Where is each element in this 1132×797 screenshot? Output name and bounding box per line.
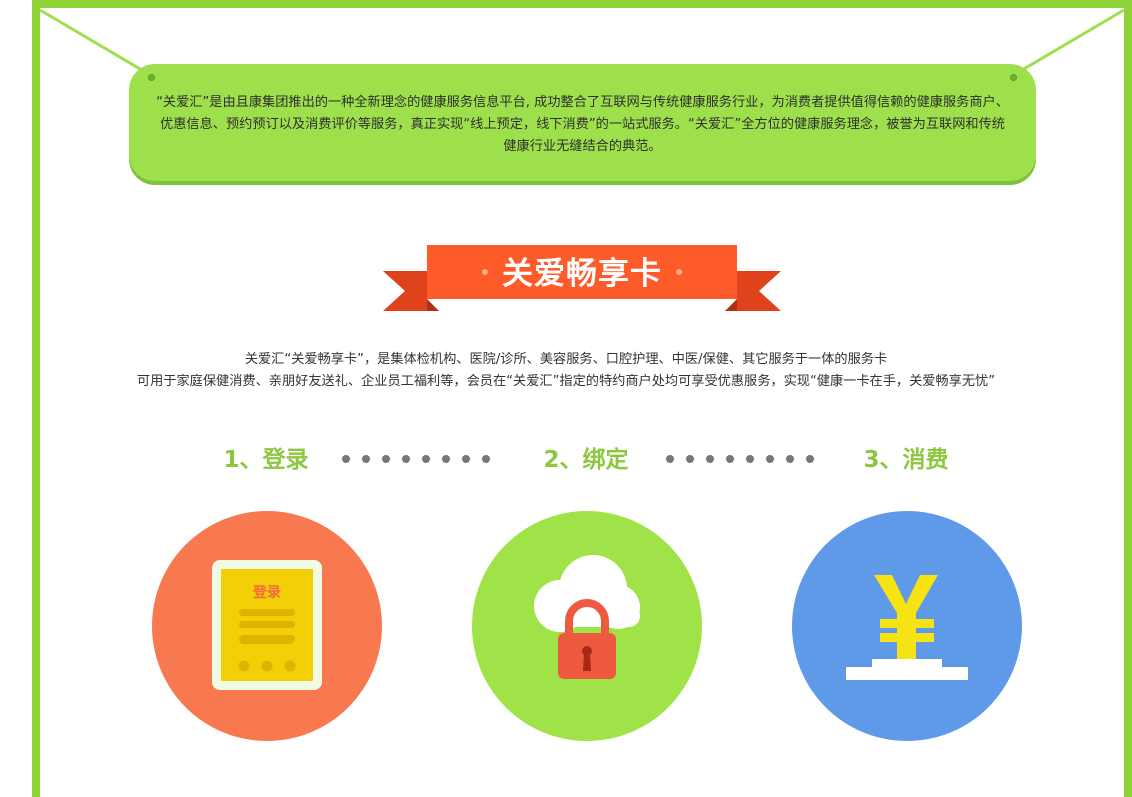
login-card-icon: [212, 560, 322, 690]
login-step-circle[interactable]: 登录: [152, 511, 382, 741]
description-line-1: 关爱汇“关爱畅享卡”，是集体检机构、医院/诊所、美容服务、口腔护理、中医/保健、…: [244, 352, 888, 367]
login-card-label: 登录: [253, 585, 281, 601]
banner-pin-left: [148, 74, 155, 81]
intro-text: “关爱汇”是由且康集团推出的一种全新理念的健康服务信息平台, 成功整合了互联网与…: [156, 95, 1009, 154]
cloud-lock-icon: [534, 555, 640, 679]
card-title: 关爱畅享卡: [502, 256, 662, 292]
step-label-login: 1、登录: [223, 447, 309, 473]
card-description: 关爱汇“关爱畅享卡”，是集体检机构、医院/诊所、美容服务、口腔护理、中医/保健、…: [80, 349, 1052, 393]
description-line-2: 可用于家庭保健消费、亲朋好友送礼、企业员工福利等，会员在“关爱汇”指定的特约商户…: [136, 374, 996, 389]
intro-banner: “关爱汇”是由且康集团推出的一种全新理念的健康服务信息平台, 成功整合了互联网与…: [129, 64, 1036, 181]
step-connector-2: [666, 455, 814, 465]
bind-step-circle[interactable]: [472, 511, 702, 741]
consume-step-circle[interactable]: [792, 511, 1022, 741]
banner-pin-right: [1010, 74, 1017, 81]
yen-icon: [846, 575, 968, 680]
step-label-consume: 3、消费: [863, 447, 949, 473]
step-connector-1: [342, 455, 490, 465]
step-label-bind: 2、绑定: [543, 447, 629, 473]
